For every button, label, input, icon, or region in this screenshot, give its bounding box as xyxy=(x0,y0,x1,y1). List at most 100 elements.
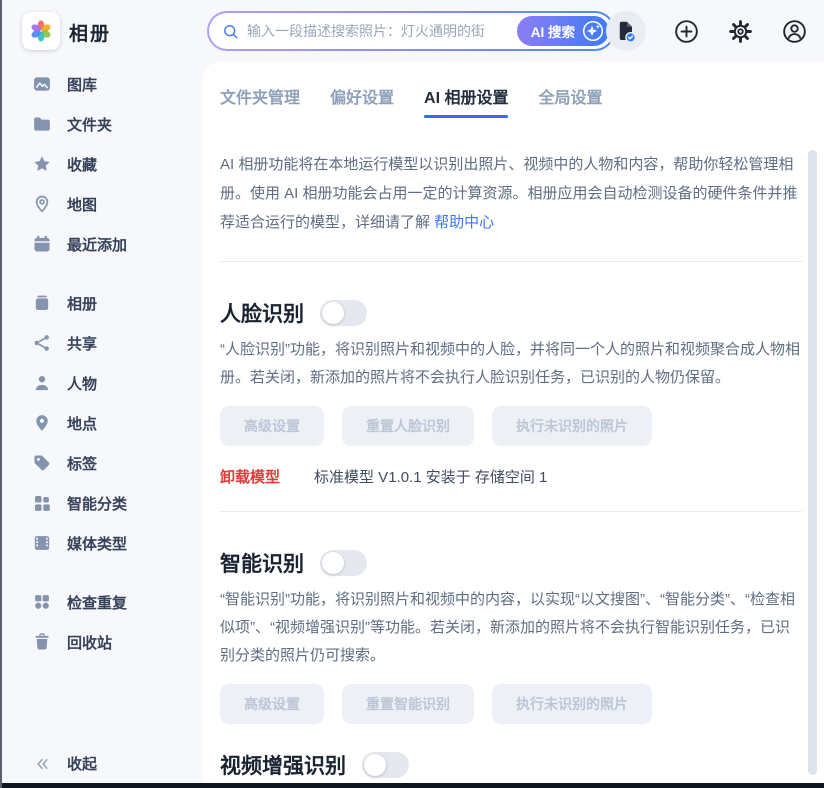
sidebar-item[interactable]: 人物 xyxy=(2,363,202,403)
process-unrecognized-button[interactable]: 执行未识别的照片 xyxy=(492,406,652,446)
toggle-knob xyxy=(322,552,344,574)
model-row: 卸载模型 标准模型 V1.0.1 安装于 存储空间 1 xyxy=(220,466,802,487)
reset-button[interactable]: 重置人脸识别 xyxy=(342,406,474,446)
sidebar-group-3: 检查重复回收站 xyxy=(2,582,202,662)
section-description: “智能识别”功能，将识别照片和视频中的内容，以实现“以文搜图”、“智能分类”、“… xyxy=(220,586,802,670)
sidebar-item[interactable]: 图库 xyxy=(2,64,202,104)
sidebar-item-label: 最近添加 xyxy=(67,234,127,255)
tag-icon xyxy=(32,453,52,473)
media-icon xyxy=(32,533,52,553)
smart-recognition-toggle[interactable] xyxy=(320,550,367,576)
sidebar-item[interactable]: 最近添加 xyxy=(2,224,202,264)
map-icon xyxy=(32,194,52,214)
sidebar-item[interactable]: 媒体类型 xyxy=(2,523,202,563)
app-window: 相册 AI 搜索 xyxy=(0,0,824,788)
sidebar-item-label: 智能分类 xyxy=(67,493,127,514)
sidebar-item[interactable]: 相册 xyxy=(2,283,202,323)
tasks-status-button[interactable] xyxy=(606,11,646,51)
sidebar-item[interactable]: 地点 xyxy=(2,403,202,443)
person-icon xyxy=(32,373,52,393)
location-icon xyxy=(32,413,52,433)
gear-icon xyxy=(727,18,754,45)
section-header: 视频增强识别 xyxy=(220,750,802,780)
tab-ai-album-settings[interactable]: AI 相册设置 xyxy=(424,84,508,118)
toggle-knob xyxy=(322,302,344,324)
smart-recognition-section: 智能识别 “智能识别”功能，将识别照片和视频中的内容，以实现“以文搜图”、“智能分… xyxy=(220,512,802,724)
section-title: 人脸识别 xyxy=(220,298,304,328)
settings-button[interactable] xyxy=(727,18,754,45)
sidebar-item[interactable]: 智能分类 xyxy=(2,483,202,523)
toggle-knob xyxy=(364,754,386,776)
section-actions: 高级设置重置智能识别执行未识别的照片 xyxy=(220,684,802,724)
sidebar-item-label: 地图 xyxy=(67,194,97,215)
video-enhanced-recognition-toggle[interactable] xyxy=(362,752,409,778)
account-button[interactable] xyxy=(781,18,808,45)
window-bottom-edge xyxy=(2,783,824,788)
settings-panel: 文件夹管理偏好设置 AI 相册设置全局设置 AI 相册功能将在本地运行模型以识别出… xyxy=(202,62,824,783)
uninstall-model-button[interactable]: 卸载模型 xyxy=(220,466,280,487)
sidebar-item[interactable]: 地图 xyxy=(2,184,202,224)
tab-preferences[interactable]: 偏好设置 xyxy=(330,84,394,118)
chevrons-left-icon xyxy=(32,755,52,773)
sidebar-item[interactable]: 共享 xyxy=(2,323,202,363)
advanced-settings-button[interactable]: 高级设置 xyxy=(220,406,324,446)
trash-icon xyxy=(32,632,52,652)
sidebar-item-label: 标签 xyxy=(67,453,97,474)
tab-folder-management[interactable]: 文件夹管理 xyxy=(220,84,300,118)
gallery-icon xyxy=(32,74,52,94)
video-enhanced-recognition-section: 视频增强识别默认会对视频进行基础识别。开启则对视频内容增强识别，搜索时能够搜索出… xyxy=(220,724,802,783)
intro-body: AI 相册功能将在本地运行模型以识别出照片、视频中的人物和内容，帮助你轻松管理相… xyxy=(220,156,798,231)
duplicates-icon xyxy=(32,592,52,612)
sidebar-group-1: 图库文件夹收藏地图最近添加 xyxy=(2,64,202,264)
sidebar-item-label: 回收站 xyxy=(67,632,112,653)
scrollbar-thumb[interactable] xyxy=(808,150,817,775)
model-info: 标准模型 V1.0.1 安装于 存储空间 1 xyxy=(314,466,547,487)
sidebar-item[interactable]: 收藏 xyxy=(2,144,202,184)
collapse-label: 收起 xyxy=(67,753,97,774)
reset-button[interactable]: 重置智能识别 xyxy=(342,684,474,724)
sidebar-item-label: 图库 xyxy=(67,74,97,95)
sidebar-item-label: 共享 xyxy=(67,333,97,354)
sidebar-item-label: 文件夹 xyxy=(67,114,112,135)
sparkle-icon xyxy=(581,19,605,43)
flower-logo-icon xyxy=(28,18,54,44)
app-logo xyxy=(22,12,60,50)
section-header: 人脸识别 xyxy=(220,298,802,328)
sidebar-item-label: 媒体类型 xyxy=(67,533,127,554)
intro-text: AI 相册功能将在本地运行模型以识别出照片、视频中的人物和内容，帮助你轻松管理相… xyxy=(220,150,802,237)
section-header: 智能识别 xyxy=(220,548,802,578)
categories-icon xyxy=(32,493,52,513)
album-icon xyxy=(32,293,52,313)
calendar-icon xyxy=(32,234,52,254)
plus-circle-icon xyxy=(673,18,700,45)
tab-global-settings[interactable]: 全局设置 xyxy=(538,84,602,118)
sidebar-item[interactable]: 检查重复 xyxy=(2,582,202,622)
sidebar-item-label: 人物 xyxy=(67,373,97,394)
sidebar-item[interactable]: 文件夹 xyxy=(2,104,202,144)
section-title: 智能识别 xyxy=(220,548,304,578)
sidebar-item[interactable]: 回收站 xyxy=(2,622,202,662)
add-button[interactable] xyxy=(673,18,700,45)
search-input[interactable] xyxy=(247,23,517,39)
sidebar-item-label: 相册 xyxy=(67,293,97,314)
topbar-actions xyxy=(606,11,808,51)
process-unrecognized-button[interactable]: 执行未识别的照片 xyxy=(492,684,652,724)
topbar: 相册 AI 搜索 xyxy=(2,0,824,62)
user-circle-icon xyxy=(781,18,808,45)
search-icon xyxy=(221,22,240,41)
face-recognition-section: 人脸识别“人脸识别”功能，将识别照片和视频中的人脸，并将同一个人的照片和视频聚合… xyxy=(220,262,802,487)
app-title: 相册 xyxy=(69,19,111,46)
section-title: 视频增强识别 xyxy=(220,750,346,780)
ai-search-button[interactable]: AI 搜索 xyxy=(517,16,609,46)
collapse-button[interactable]: 收起 xyxy=(32,753,97,774)
advanced-settings-button[interactable]: 高级设置 xyxy=(220,684,324,724)
sidebar-item-label: 检查重复 xyxy=(67,592,127,613)
document-check-icon xyxy=(614,19,638,43)
face-recognition-toggle[interactable] xyxy=(320,300,367,326)
tab-bar: 文件夹管理偏好设置 AI 相册设置全局设置 xyxy=(220,84,802,118)
sidebar: 图库文件夹收藏地图最近添加相册共享人物地点标签智能分类媒体类型检查重复回收站 收… xyxy=(2,62,202,783)
star-icon xyxy=(32,154,52,174)
search-bar[interactable]: AI 搜索 xyxy=(207,11,615,51)
sidebar-item[interactable]: 标签 xyxy=(2,443,202,483)
help-center-link[interactable]: 帮助中心 xyxy=(434,214,494,231)
